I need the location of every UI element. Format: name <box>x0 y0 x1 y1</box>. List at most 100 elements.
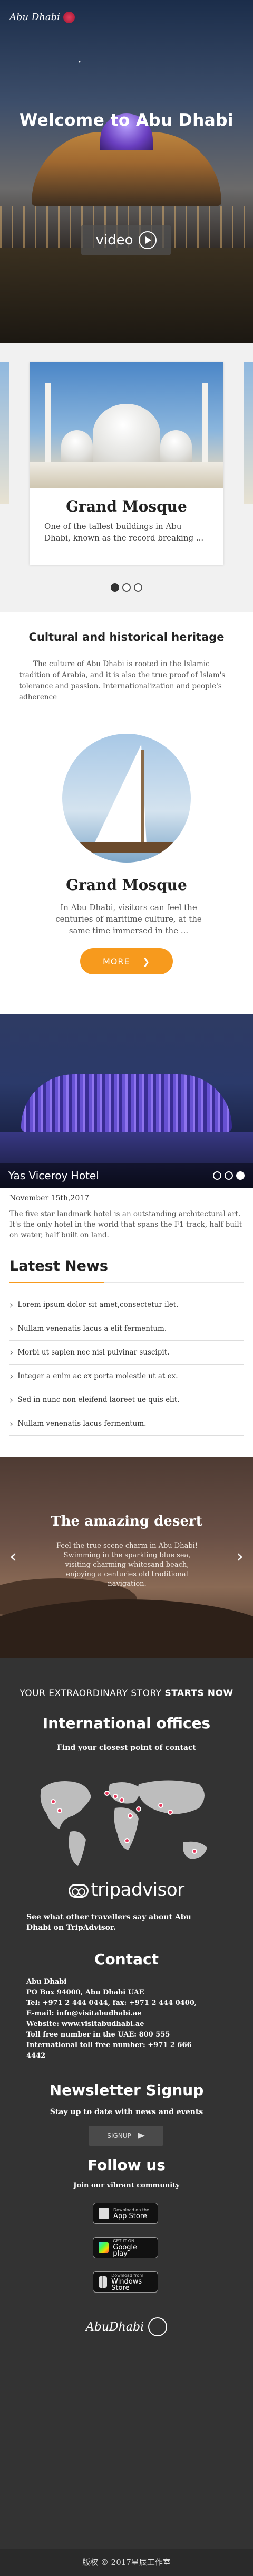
top-bar: Abu Dhabi <box>0 0 253 48</box>
pager-dot[interactable] <box>213 1171 221 1180</box>
news-item[interactable]: Integer a enim ac ex porta molestie ut a… <box>9 1365 244 1388</box>
newsletter-subtitle: Stay up to date with news and events <box>50 2108 203 2116</box>
contact-line: International toll free number: +971 2 6… <box>26 2041 192 2049</box>
tripadvisor-text: See what other travellers say about Abu … <box>26 1913 191 1932</box>
news-item[interactable]: Sed in nunc non eleifend laoreet ue quis… <box>9 1388 244 1412</box>
news-list: Lorem ipsum dolor sit amet,consectetur i… <box>9 1293 244 1436</box>
world-map[interactable] <box>31 1768 220 1874</box>
news-item[interactable]: Nullam venenatis lacus a elit fermentum. <box>9 1317 244 1341</box>
next-card-peek[interactable] <box>244 362 253 504</box>
minaret <box>45 383 51 467</box>
grand-mosque-image <box>30 362 223 488</box>
logo-rose-icon <box>63 12 75 23</box>
hotel-caption-bar: Yas Viceroy Hotel <box>0 1163 253 1188</box>
news-item[interactable]: Lorem ipsum dolor sit amet,consectetur i… <box>9 1293 244 1317</box>
follow-subtitle: Join our vibrant community <box>73 2182 180 2190</box>
more-button[interactable]: MORE ❯ <box>80 948 173 974</box>
tripadvisor-label: tripadvisor <box>91 1879 184 1900</box>
sail <box>94 744 147 845</box>
windows-icon <box>99 2276 108 2288</box>
chevron-right-icon[interactable]: › <box>236 1546 244 1567</box>
heritage-title: Cultural and historical heritage <box>28 631 225 643</box>
attractions-carousel: Grand Mosque One of the tallest building… <box>0 343 253 612</box>
follow-title: Follow us <box>87 2156 166 2174</box>
office-pin[interactable] <box>128 1813 133 1819</box>
more-label: MORE <box>102 956 130 967</box>
news-item[interactable]: Morbi ut sapien nec nisl pulvinar suscip… <box>9 1341 244 1365</box>
contact-website[interactable]: Website: www.visitabudhabi.ae <box>26 2019 237 2030</box>
office-pin[interactable] <box>57 1808 62 1813</box>
contact-line: PO Box 94000, Abu Dhabi UAE <box>26 1988 144 1996</box>
main-dome <box>93 404 160 465</box>
office-pin[interactable] <box>158 1803 163 1808</box>
contact-line: Toll free number in the UAE: 800 555 <box>26 2031 170 2039</box>
pager-dot[interactable] <box>134 583 142 592</box>
seal-icon <box>148 2317 168 2336</box>
contact-email[interactable]: E-mail: info@visitabudhabi.ae <box>26 2009 237 2019</box>
dome <box>61 430 93 462</box>
offices-title: International offices <box>42 1715 211 1732</box>
contact-line: 4442 <box>26 2052 46 2060</box>
story-emphasis: STARTS NOW <box>164 1688 233 1699</box>
hero-marker: • <box>78 60 81 65</box>
hotel-slider[interactable]: Yas Viceroy Hotel <box>0 1014 253 1188</box>
desert-text: Feel the true scene charm in Abu Dhabi! … <box>56 1542 198 1588</box>
pager-dot[interactable] <box>111 583 119 592</box>
pager-dot[interactable] <box>225 1171 233 1180</box>
google-play-icon <box>99 2242 109 2253</box>
app-store-badge[interactable]: Download on the App Store <box>93 2203 158 2224</box>
office-pin[interactable] <box>51 1799 56 1804</box>
contact-toll-free: Toll free number in the UAE: 800 555 Int… <box>26 2030 237 2061</box>
attraction-card[interactable]: Grand Mosque One of the tallest building… <box>30 362 223 565</box>
footer-logo[interactable]: AbuDhabi <box>79 2308 174 2345</box>
mosque-base <box>30 462 223 488</box>
badge-name: App Store <box>113 2212 147 2220</box>
card-title: Grand Mosque <box>66 498 187 515</box>
offices-subtitle: Find your closest point of contact <box>57 1744 196 1752</box>
windows-store-badge[interactable]: Download from Windows Store <box>93 2271 158 2293</box>
tripadvisor-logo[interactable]: tripadvisor <box>0 1879 253 1900</box>
hotel-text: The five star landmark hotel is an outst… <box>9 1210 242 1239</box>
badge-name: Google play <box>113 2243 138 2258</box>
office-pin[interactable] <box>124 1838 130 1843</box>
office-pin[interactable] <box>192 1849 197 1854</box>
signup-button[interactable]: SIGNUP <box>89 2126 163 2146</box>
hull <box>78 842 178 853</box>
chevron-left-icon[interactable]: ‹ <box>9 1546 17 1567</box>
story-prefix: YOUR EXTRAORDINARY STORY <box>20 1688 162 1699</box>
feature-text: In Abu Dhabi, visitors can feel the cent… <box>55 903 202 935</box>
video-button[interactable]: video <box>81 225 171 255</box>
hotel-name: Yas Viceroy Hotel <box>8 1169 99 1182</box>
mast <box>141 750 144 850</box>
minaret <box>202 383 208 467</box>
desert-title: The amazing desert <box>51 1513 202 1529</box>
heritage-text: The culture of Abu Dhabi is rooted in th… <box>19 660 226 702</box>
google-play-badge[interactable]: GET IT ON Google play <box>93 2237 158 2258</box>
news-divider <box>9 1282 244 1283</box>
palace-lawn <box>0 248 253 343</box>
contact-address: Abu Dhabi PO Box 94000, Abu Dhabi UAE Te… <box>26 1977 237 2030</box>
contact-line: Abu Dhabi <box>26 1978 67 1986</box>
hotel-pager <box>213 1171 245 1180</box>
office-pin[interactable] <box>113 1794 118 1799</box>
copyright: 版权 © 2017星辰工作室 <box>0 2549 253 2576</box>
office-pin[interactable] <box>136 1806 141 1812</box>
news-item[interactable]: Nullam venenatis lacus fermentum. <box>9 1412 244 1436</box>
prev-card-peek[interactable] <box>0 362 9 504</box>
logo[interactable]: Abu Dhabi <box>9 12 60 23</box>
yas-hotel-image <box>21 1074 232 1132</box>
apple-icon <box>99 2208 109 2219</box>
feature-title: Grand Mosque <box>66 876 187 894</box>
heritage-section: Cultural and historical heritage The cul… <box>0 612 253 1014</box>
pager-dot[interactable] <box>236 1171 245 1180</box>
story-banner: YOUR EXTRAORDINARY STORY STARTS NOW <box>0 1688 253 1699</box>
carousel-pager <box>0 583 253 592</box>
play-icon <box>138 231 157 249</box>
paper-plane-icon <box>137 2133 145 2139</box>
office-pin[interactable] <box>119 1797 124 1803</box>
video-label: video <box>95 232 133 248</box>
pager-dot[interactable] <box>122 583 131 592</box>
tripadvisor-owl-icon <box>69 1883 89 1898</box>
office-pin[interactable] <box>104 1791 110 1796</box>
office-pin[interactable] <box>168 1810 173 1815</box>
